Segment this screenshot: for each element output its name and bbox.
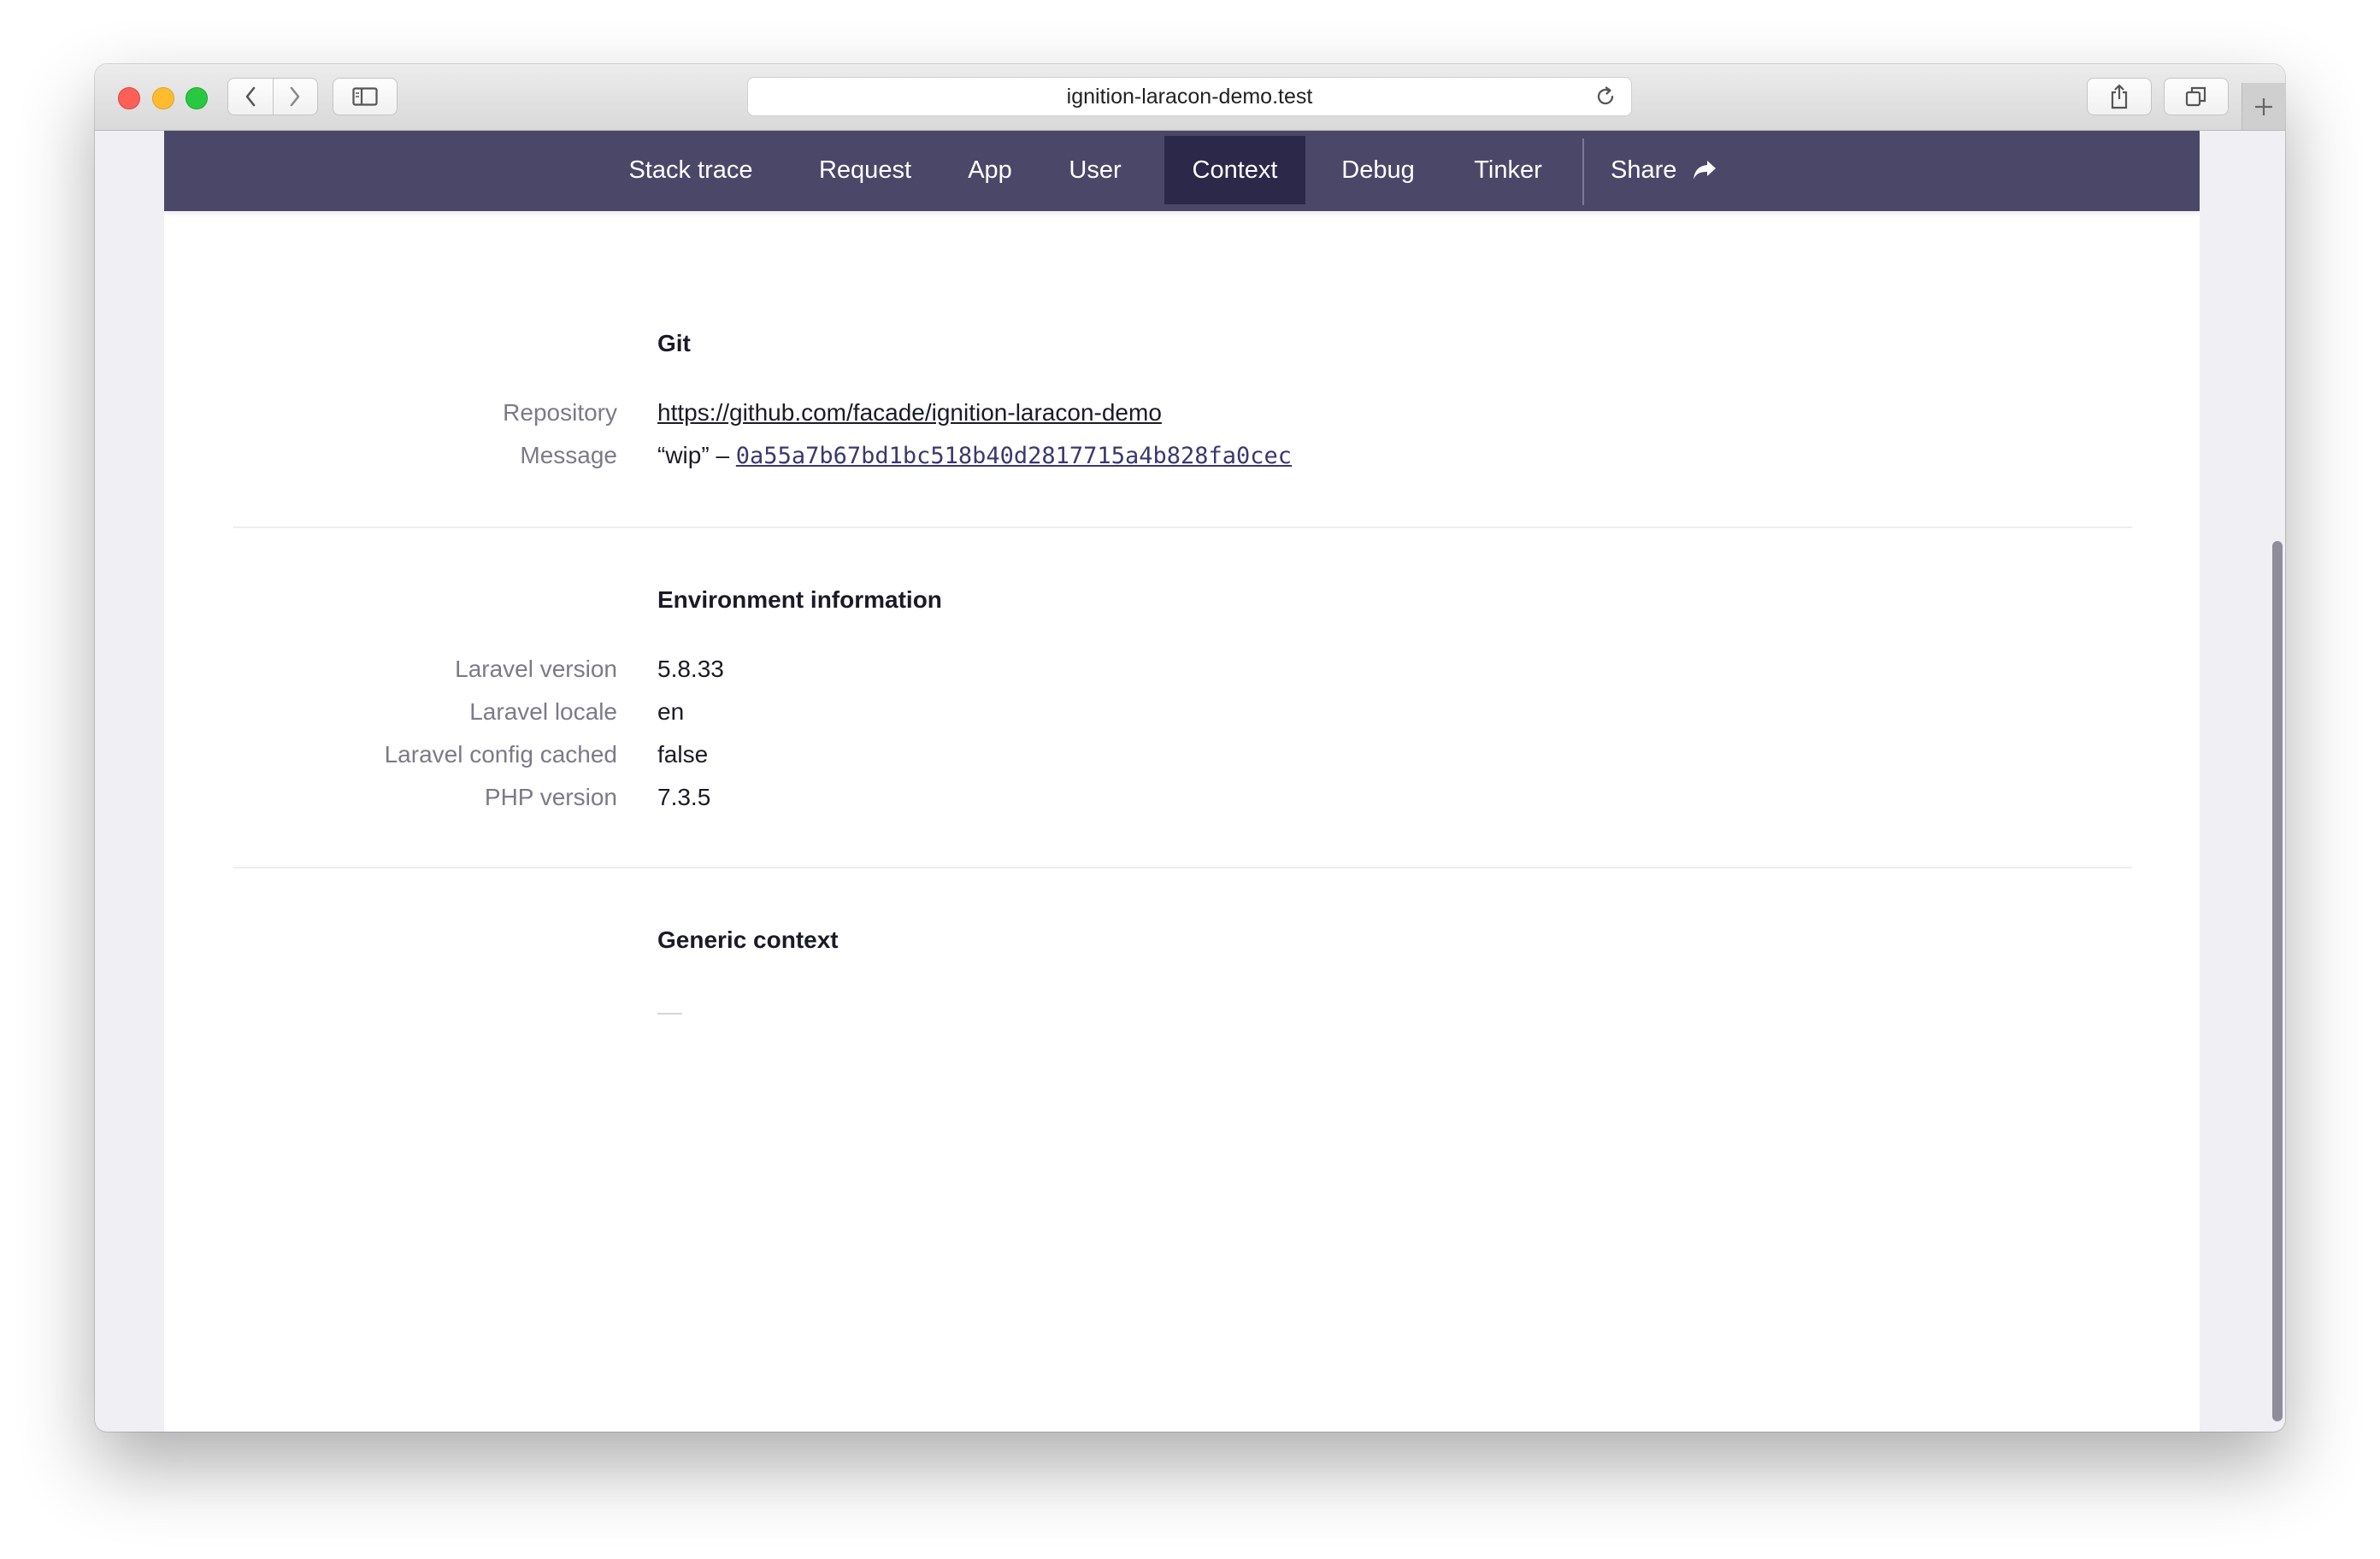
- minimize-window-button[interactable]: [152, 87, 174, 109]
- repository-link[interactable]: https://github.com/facade/ignition-larac…: [657, 399, 1162, 426]
- new-tab-button[interactable]: [2242, 83, 2285, 130]
- tab-share[interactable]: Share: [1611, 136, 1739, 204]
- env-value: 7.3.5: [657, 784, 711, 810]
- env-label: Laravel config cached: [384, 741, 617, 768]
- env-label: Laravel locale: [469, 698, 617, 725]
- generic-context-section-title: Generic context: [657, 927, 839, 953]
- sidebar-toggle-button[interactable]: [333, 78, 398, 115]
- share-label: Share: [1611, 156, 1677, 184]
- plus-icon: [2255, 97, 2272, 115]
- tab-stack-trace[interactable]: Stack trace: [610, 136, 772, 204]
- maximize-window-button[interactable]: [186, 87, 208, 109]
- env-value: false: [657, 741, 709, 768]
- browser-window: ignition-laracon-demo.test Stack trace R…: [95, 64, 2285, 1432]
- scrollbar-thumb[interactable]: [2272, 541, 2283, 1421]
- tab-app[interactable]: App: [956, 136, 1024, 204]
- page-content: Stack trace Request App User Context Deb…: [164, 131, 2200, 1432]
- repository-label: Repository: [503, 399, 617, 426]
- tab-user[interactable]: User: [1053, 136, 1137, 204]
- browser-toolbar: ignition-laracon-demo.test: [95, 64, 2285, 131]
- message-label: Message: [520, 442, 617, 468]
- env-label: PHP version: [484, 784, 617, 810]
- show-tabs-button[interactable]: [2164, 78, 2229, 115]
- section-divider: [233, 527, 2132, 528]
- share-icon: [2111, 84, 2128, 109]
- empty-placeholder: [657, 1013, 682, 1015]
- chevron-right-icon: [290, 86, 300, 107]
- section-divider: [233, 867, 2132, 868]
- share-arrow-icon: [1694, 161, 1717, 179]
- close-window-button[interactable]: [118, 87, 140, 109]
- env-label: Laravel version: [455, 656, 617, 682]
- repository-value: https://github.com/facade/ignition-larac…: [657, 399, 1162, 427]
- address-bar-url: ignition-laracon-demo.test: [1066, 84, 1313, 109]
- tab-debug[interactable]: Debug: [1325, 136, 1431, 204]
- commit-hash-link[interactable]: 0a55a7b67bd1bc518b40d2817715a4b828fa0cec: [736, 443, 1292, 469]
- back-button[interactable]: [228, 79, 273, 115]
- env-value: en: [657, 698, 685, 725]
- ignition-tab-bar: Stack trace Request App User Context Deb…: [164, 131, 2200, 211]
- commit-message: “wip” –: [657, 442, 730, 468]
- tab-request[interactable]: Request: [801, 136, 929, 204]
- git-section-title: Git: [657, 330, 691, 356]
- tabs-icon: [2185, 86, 2206, 107]
- nav-divider: [1582, 138, 1584, 205]
- tab-context[interactable]: Context: [1164, 136, 1305, 204]
- tab-tinker[interactable]: Tinker: [1457, 136, 1559, 204]
- env-value: 5.8.33: [657, 656, 724, 682]
- sidebar-icon: [352, 87, 378, 106]
- chevron-left-icon: [245, 86, 256, 107]
- forward-button[interactable]: [272, 79, 318, 115]
- reload-icon[interactable]: [1594, 85, 1617, 115]
- message-value: “wip” – 0a55a7b67bd1bc518b40d2817715a4b8…: [657, 442, 1292, 469]
- environment-section-title: Environment information: [657, 586, 942, 613]
- browser-share-button[interactable]: [2087, 78, 2152, 115]
- address-bar[interactable]: ignition-laracon-demo.test: [747, 77, 1632, 116]
- history-nav-group: [227, 78, 318, 115]
